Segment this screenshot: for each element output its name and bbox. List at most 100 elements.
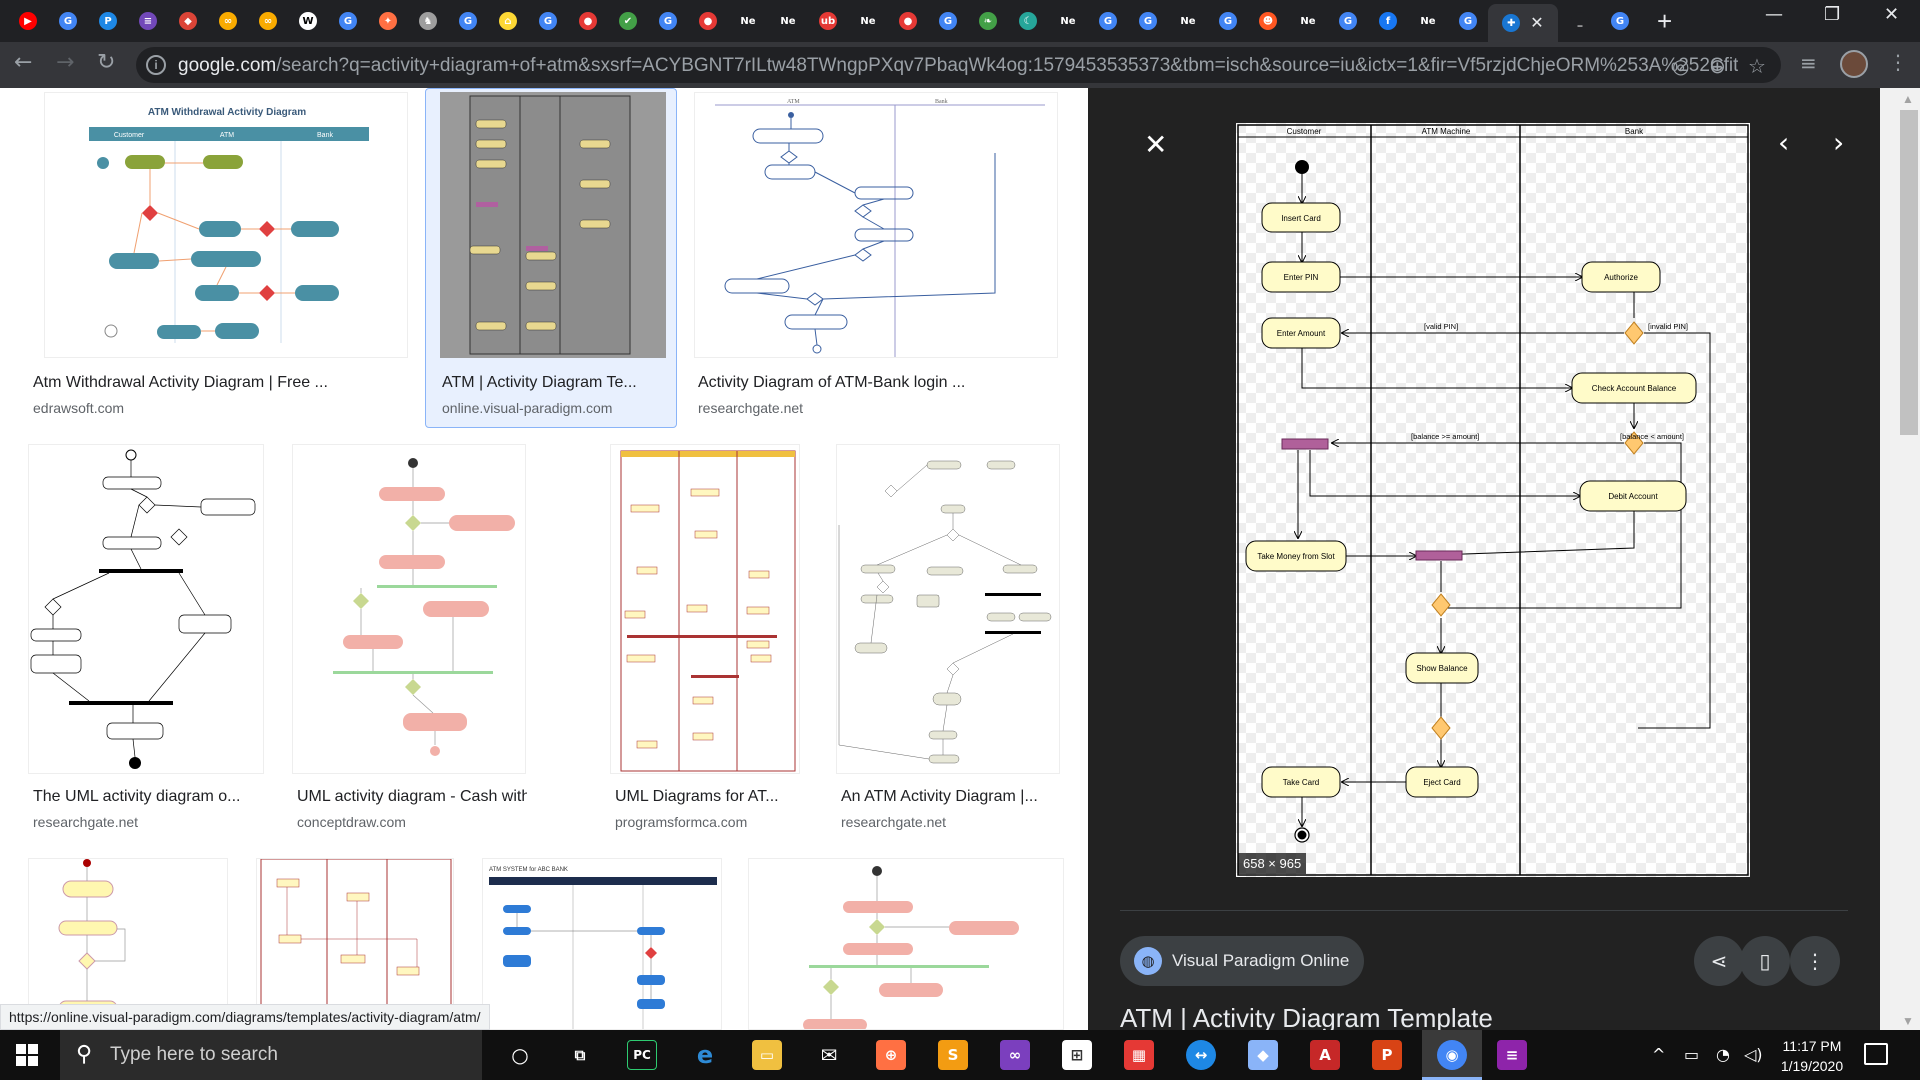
browser-tab[interactable]: ❧ xyxy=(968,6,1008,36)
browser-tab[interactable]: Ne xyxy=(1288,6,1328,36)
address-bar[interactable]: i google.com/search?q=activity+diagram+o… xyxy=(136,47,1781,83)
media-control-icon[interactable]: ≡ xyxy=(1800,51,1817,75)
result-title[interactable]: An ATM Activity Diagram |... xyxy=(841,788,1063,806)
result-thumbnail[interactable] xyxy=(28,444,264,774)
result-source[interactable]: conceptdraw.com xyxy=(297,814,406,830)
battery-icon[interactable]: ▭ xyxy=(1684,1045,1699,1064)
result-thumbnail[interactable]: ATM Bank xyxy=(694,92,1058,358)
action-center-icon[interactable] xyxy=(1864,1043,1888,1065)
scrollbar-thumb[interactable] xyxy=(1900,110,1918,435)
browser-tab[interactable]: ▶ xyxy=(8,6,48,36)
task-view-icon[interactable]: ⧉ xyxy=(565,1040,595,1070)
browser-tab[interactable]: W xyxy=(288,6,328,36)
browser-tab[interactable]: G xyxy=(48,6,88,36)
browser-tab[interactable]: ⌂ xyxy=(488,6,528,36)
result-title[interactable]: UML activity diagram - Cash withd... xyxy=(297,788,527,806)
browser-tab[interactable]: ● xyxy=(568,6,608,36)
chrome-icon[interactable]: ◉ xyxy=(1437,1040,1467,1070)
chrome-menu-icon[interactable]: ⋮ xyxy=(1888,50,1908,74)
wifi-icon[interactable]: ◔ xyxy=(1716,1045,1730,1064)
browser-tab[interactable]: ∞ xyxy=(248,6,288,36)
previous-image-button[interactable]: ‹ xyxy=(1778,126,1789,159)
browser-tab[interactable]: ☾ xyxy=(1008,6,1048,36)
reload-button[interactable]: ↻ xyxy=(97,50,115,75)
close-tab-icon[interactable]: ✕ xyxy=(1530,13,1543,33)
browser-tab[interactable]: Ne xyxy=(848,6,888,36)
result-source[interactable]: online.visual-paradigm.com xyxy=(442,400,612,416)
result-thumbnail[interactable]: ATM Withdrawal Activity Diagram Customer… xyxy=(44,92,408,358)
result-thumbnail[interactable] xyxy=(440,92,666,358)
browser-tab[interactable]: G xyxy=(1328,6,1368,36)
result-thumbnail[interactable] xyxy=(610,444,800,774)
result-source[interactable]: edrawsoft.com xyxy=(33,400,124,416)
tray-expand-icon[interactable]: ^ xyxy=(1652,1045,1665,1064)
result-thumbnail[interactable] xyxy=(748,858,1064,1030)
browser-tab[interactable]: Ne xyxy=(768,6,808,36)
preview-image[interactable]: Customer ATM Machine Bank Insert Card En… xyxy=(1236,123,1750,877)
browser-tab[interactable]: ✦ xyxy=(368,6,408,36)
pycharm-taskbar-icon[interactable]: PC xyxy=(627,1040,657,1070)
app-orange-icon[interactable]: ⊕ xyxy=(876,1040,906,1070)
scroll-up-arrow[interactable]: ▲ xyxy=(1902,92,1914,106)
profile-avatar[interactable] xyxy=(1840,50,1868,78)
site-info-icon[interactable]: i xyxy=(146,55,166,75)
minimize-button[interactable]: — xyxy=(1765,4,1783,25)
browser-tab[interactable]: ∞ xyxy=(208,6,248,36)
file-explorer-icon[interactable]: ▭ xyxy=(752,1040,782,1070)
browser-tab[interactable]: ◆ xyxy=(168,6,208,36)
browser-tab[interactable]: _ xyxy=(1560,6,1600,36)
browser-tab[interactable]: ● xyxy=(688,6,728,36)
result-source[interactable]: researchgate.net xyxy=(698,400,803,416)
save-button[interactable]: ▯ xyxy=(1740,936,1790,986)
browser-tab[interactable]: G xyxy=(1600,6,1640,36)
browser-tab[interactable]: ≡ xyxy=(128,6,168,36)
browser-tab[interactable]: ● xyxy=(888,6,928,36)
teamviewer-icon[interactable]: ↔ xyxy=(1186,1040,1216,1070)
winrar-icon[interactable]: ≡ xyxy=(1497,1040,1527,1070)
browser-tab[interactable]: Ne xyxy=(1408,6,1448,36)
browser-tab[interactable]: G xyxy=(528,6,568,36)
result-title[interactable]: UML Diagrams for AT... xyxy=(615,788,805,806)
maximize-button[interactable]: ❐ xyxy=(1824,4,1840,25)
browser-tab[interactable]: G xyxy=(1448,6,1488,36)
cube-icon[interactable]: ◆ xyxy=(1248,1040,1278,1070)
browser-tab[interactable]: G xyxy=(1208,6,1248,36)
result-title[interactable]: Activity Diagram of ATM-Bank login ... xyxy=(698,374,1048,392)
browser-tab[interactable]: ✔ xyxy=(608,6,648,36)
winrar-like-icon[interactable]: ▦ xyxy=(1124,1040,1154,1070)
result-title[interactable]: ATM | Activity Diagram Te... xyxy=(442,374,662,392)
visual-studio-icon[interactable]: ∞ xyxy=(1000,1040,1030,1070)
share-button[interactable]: ⋖ xyxy=(1694,936,1744,986)
result-source[interactable]: researchgate.net xyxy=(33,814,138,830)
result-source[interactable]: researchgate.net xyxy=(841,814,946,830)
scroll-down-arrow[interactable]: ▼ xyxy=(1902,1014,1914,1028)
result-thumbnail[interactable] xyxy=(836,444,1060,774)
browser-tab[interactable]: Ne xyxy=(1168,6,1208,36)
browser-tab[interactable]: G xyxy=(1088,6,1128,36)
acrobat-icon[interactable]: A xyxy=(1310,1040,1340,1070)
browser-tab[interactable]: G xyxy=(448,6,488,36)
browser-tab[interactable]: G xyxy=(928,6,968,36)
browser-tab[interactable]: G xyxy=(1128,6,1168,36)
url-text[interactable]: google.com/search?q=activity+diagram+of+… xyxy=(178,55,1738,77)
zoom-icon[interactable]: ⊕ xyxy=(1709,54,1726,78)
new-tab-button[interactable]: + xyxy=(1657,6,1672,37)
browser-tab[interactable]: ☻ xyxy=(1248,6,1288,36)
browser-tab[interactable]: ♞ xyxy=(408,6,448,36)
close-window-button[interactable]: ✕ xyxy=(1884,4,1899,25)
result-thumbnail[interactable]: ATM SYSTEM for ABC BANK xyxy=(482,858,722,1030)
browser-tab[interactable]: G xyxy=(328,6,368,36)
taskbar-search[interactable]: ⚲ Type here to search xyxy=(60,1030,482,1080)
edge-icon[interactable]: e xyxy=(690,1040,720,1070)
next-image-button[interactable]: › xyxy=(1833,126,1844,159)
browser-tab[interactable]: Ne xyxy=(1048,6,1088,36)
mail-icon[interactable]: ✉ xyxy=(814,1040,844,1070)
result-title[interactable]: The UML activity diagram o... xyxy=(33,788,263,806)
bookmark-star-icon[interactable]: ☆ xyxy=(1748,54,1766,78)
close-preview-button[interactable]: ✕ xyxy=(1144,128,1167,161)
location-icon[interactable]: ◎ xyxy=(1672,54,1689,78)
source-site-chip[interactable]: ◍ Visual Paradigm Online xyxy=(1120,936,1364,986)
browser-tab[interactable]: P xyxy=(88,6,128,36)
cortana-icon[interactable]: ○ xyxy=(505,1040,535,1070)
browser-tab[interactable]: ub xyxy=(808,6,848,36)
